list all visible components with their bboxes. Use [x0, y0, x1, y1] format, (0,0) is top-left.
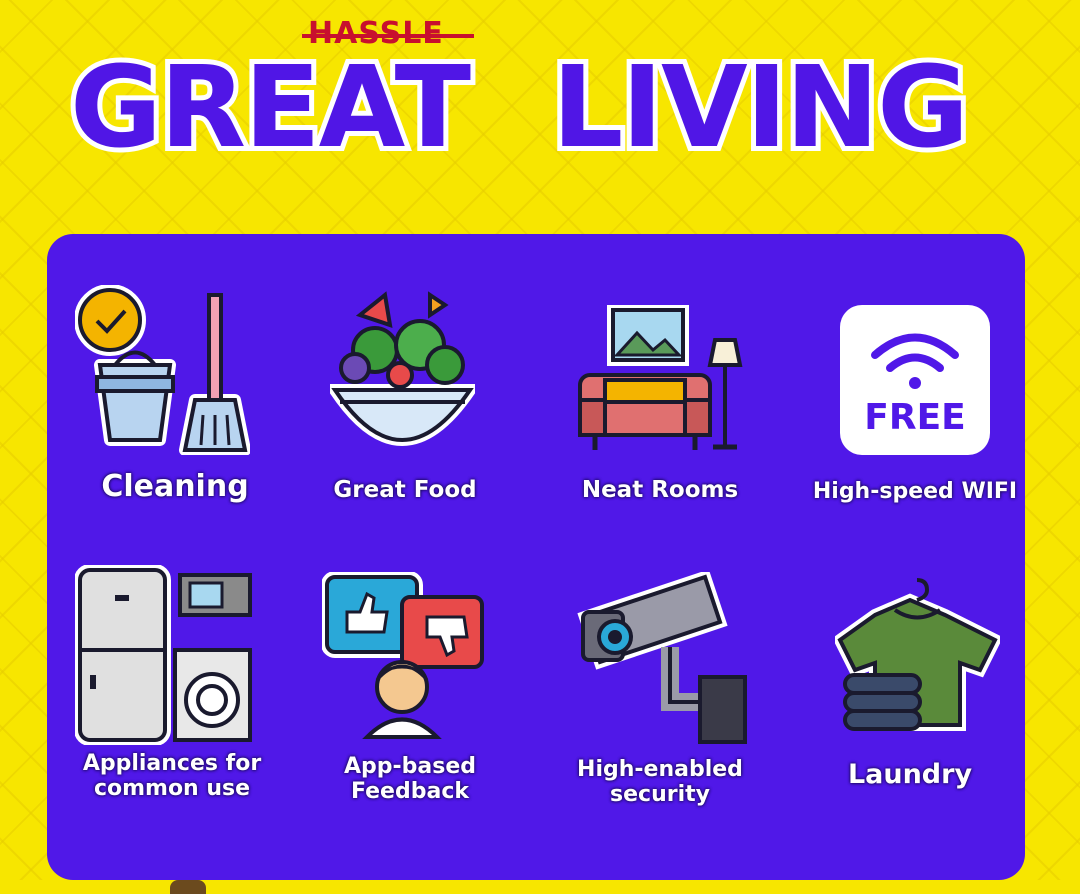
bucket-broom-icon: [74, 284, 251, 459]
bottom-object: [170, 880, 206, 894]
amenity-label-cleaning: Cleaning: [101, 469, 249, 504]
amenity-label-neat-rooms: Neat Rooms: [581, 477, 739, 503]
appliances-icon: [74, 564, 255, 749]
sofa-lamp-icon: [575, 304, 750, 464]
free-wifi-icon: FREE: [840, 305, 990, 459]
amenity-label-feedback: App-based Feedback: [343, 754, 476, 804]
strike-line: [302, 34, 474, 38]
headline-word-great: GREAT: [65, 43, 476, 173]
headline-word-living: LIVING: [547, 43, 974, 173]
amenity-label-great-food: Great Food: [333, 477, 477, 503]
amenity-label-appliances: Appliances for common use: [82, 751, 262, 801]
amenity-label-laundry: Laundry: [847, 759, 973, 790]
feedback-icon: [321, 571, 492, 746]
bottom-strip: [0, 880, 1080, 894]
laundry-shirt-icon: [832, 575, 1004, 744]
free-badge-text: FREE: [864, 397, 966, 438]
security-camera-icon: [575, 569, 750, 751]
amenity-label-security: High-enabled security: [577, 757, 743, 807]
amenity-label-wifi: High-speed WIFI: [812, 479, 1018, 504]
salad-bowl-icon: [323, 290, 482, 469]
